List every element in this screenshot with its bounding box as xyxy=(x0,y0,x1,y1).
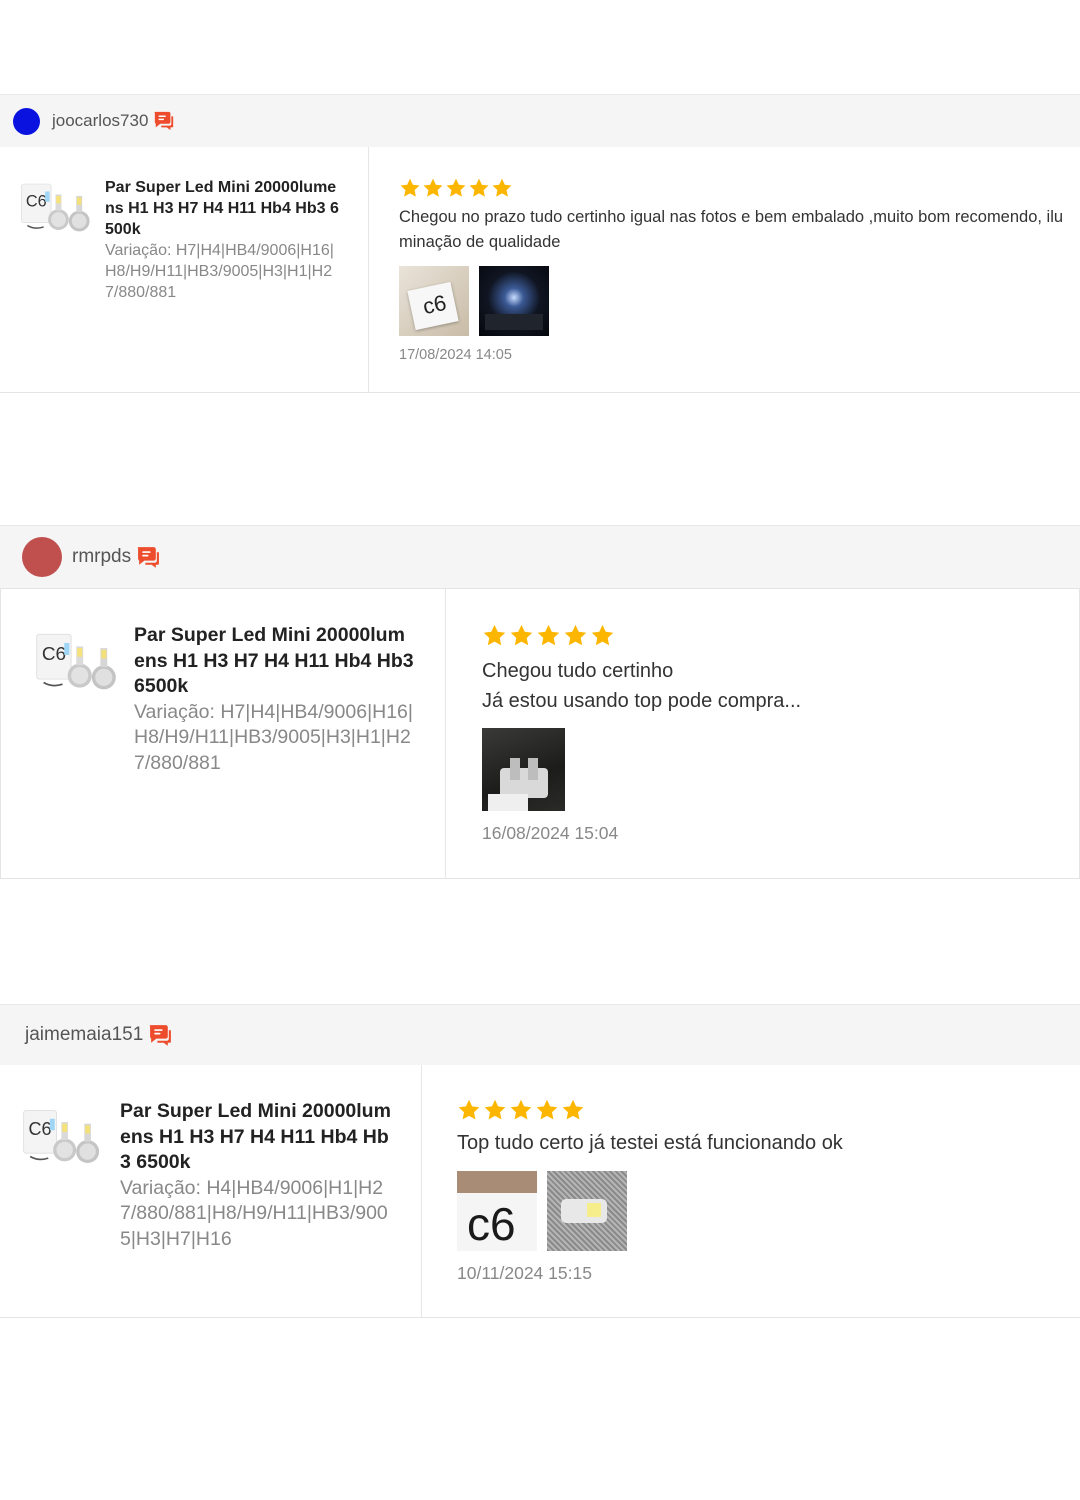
star-icon xyxy=(422,177,444,199)
review-comment: Chegou no prazo tudo certinho igual nas … xyxy=(399,208,1064,251)
review-photos xyxy=(482,728,1072,811)
review-photo[interactable]: c6 xyxy=(399,266,469,336)
product-info[interactable]: Par Super Led Mini 20000lumens H1 H3 H7 … xyxy=(120,1099,392,1252)
chat-bubbles-icon[interactable] xyxy=(153,110,175,132)
review-header: jaimemaia151 xyxy=(0,1004,1080,1065)
review-photo[interactable] xyxy=(547,1171,627,1251)
product-info[interactable]: Par Super Led Mini 20000lumens H1 H3 H7 … xyxy=(134,623,414,776)
review-comment: Top tudo certo já testei está funcionand… xyxy=(457,1132,843,1154)
product-thumbnail[interactable] xyxy=(35,625,121,697)
product-title: Par Super Led Mini 20000lumens H1 H3 H7 … xyxy=(105,179,339,238)
review-body: Par Super Led Mini 20000lumens H1 H3 H7 … xyxy=(0,588,1080,879)
chat-bubbles-icon[interactable] xyxy=(136,545,161,570)
review-photo[interactable] xyxy=(482,728,565,811)
chat-bubbles-icon[interactable] xyxy=(148,1023,173,1048)
star-icon xyxy=(509,623,534,648)
review-header: joocarlos730 xyxy=(0,94,1080,147)
review-body: Par Super Led Mini 20000lumens H1 H3 H7 … xyxy=(0,147,1080,393)
star-icon xyxy=(561,1098,585,1122)
star-icon xyxy=(399,177,421,199)
product-variation: Variação: H7|H4|HB4/9006|H16|H8/H9/H11|H… xyxy=(105,242,334,301)
review-date: 16/08/2024 15:04 xyxy=(482,823,619,843)
review-photo[interactable] xyxy=(479,266,549,336)
product-title: Par Super Led Mini 20000lumens H1 H3 H7 … xyxy=(120,1100,391,1173)
review-header: rmrpds xyxy=(0,525,1080,588)
review-comment-line: Já estou usando top pode compra... xyxy=(482,690,802,712)
product-thumbnail[interactable] xyxy=(20,177,94,237)
star-icon xyxy=(445,177,467,199)
review-photos: c6 xyxy=(399,266,1071,336)
review-body: Par Super Led Mini 20000lumens H1 H3 H7 … xyxy=(0,1065,1080,1318)
star-icon xyxy=(509,1098,533,1122)
star-rating xyxy=(399,177,1071,199)
star-icon xyxy=(536,623,561,648)
star-icon xyxy=(483,1098,507,1122)
username[interactable]: joocarlos730 xyxy=(52,111,148,131)
review-comment: Chegou tudo certinho Já estou usando top… xyxy=(482,656,1072,716)
product-variation: Variação: H7|H4|HB4/9006|H16|H8/H9/H11|H… xyxy=(134,700,413,774)
username[interactable]: jaimemaia151 xyxy=(25,1024,143,1046)
product-info[interactable]: Par Super Led Mini 20000lumens H1 H3 H7 … xyxy=(105,177,343,303)
divider xyxy=(421,1065,422,1317)
product-thumbnail[interactable] xyxy=(22,1101,104,1171)
star-icon xyxy=(535,1098,559,1122)
review-photos: c6 xyxy=(457,1171,1072,1251)
star-icon xyxy=(491,177,513,199)
star-rating xyxy=(457,1098,1072,1122)
review-date: 10/11/2024 15:15 xyxy=(457,1263,592,1283)
star-icon xyxy=(590,623,615,648)
product-variation: Variação: H4|HB4/9006|H1|H27/880/881|H8/… xyxy=(120,1176,388,1250)
review-comment-line: Chegou tudo certinho xyxy=(482,660,674,682)
username[interactable]: rmrpds xyxy=(72,546,131,568)
review-photo[interactable]: c6 xyxy=(457,1171,537,1251)
product-title: Par Super Led Mini 20000lumens H1 H3 H7 … xyxy=(134,624,414,697)
star-icon xyxy=(468,177,490,199)
star-rating xyxy=(482,623,1072,648)
avatar[interactable] xyxy=(22,537,62,577)
divider xyxy=(445,589,446,878)
star-icon xyxy=(457,1098,481,1122)
review-date: 17/08/2024 14:05 xyxy=(399,347,512,363)
avatar[interactable] xyxy=(13,107,40,135)
star-icon xyxy=(563,623,588,648)
divider xyxy=(368,147,369,392)
star-icon xyxy=(482,623,507,648)
